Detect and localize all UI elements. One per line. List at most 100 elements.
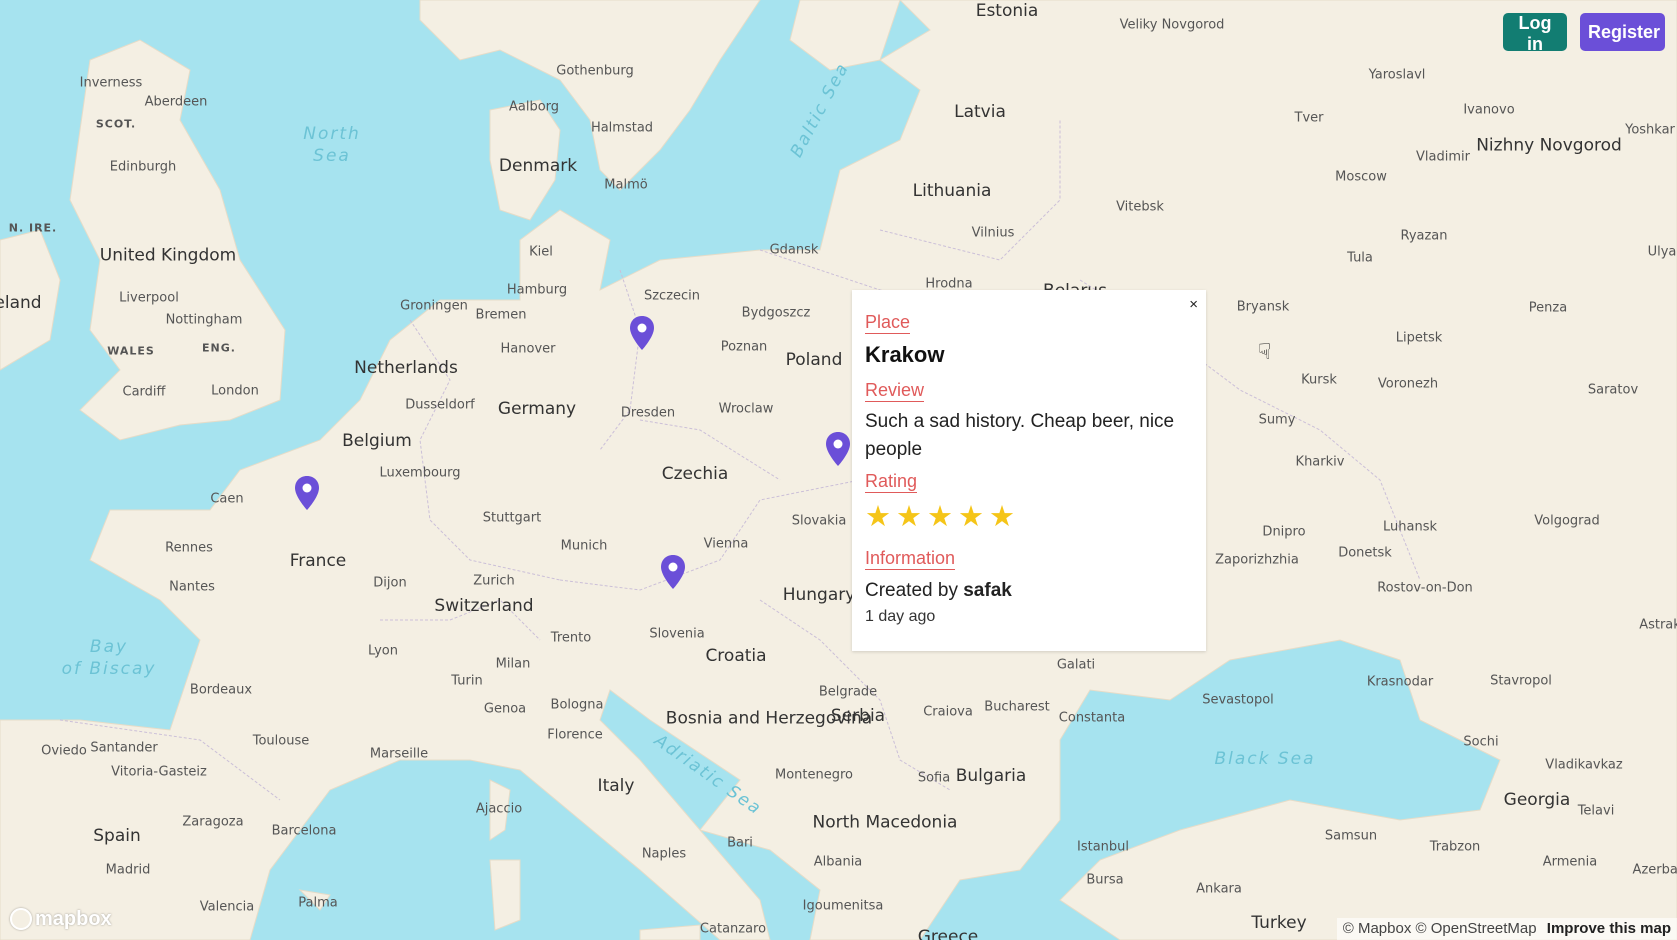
map-label: Saratov bbox=[1587, 382, 1639, 398]
map-marker[interactable] bbox=[661, 555, 685, 589]
register-button[interactable]: Register bbox=[1580, 13, 1665, 51]
rating-label: Rating bbox=[865, 471, 918, 493]
map-label: Kursk bbox=[1301, 372, 1337, 388]
map-label: Bay of Biscay bbox=[61, 637, 157, 679]
map-label: Wroclaw bbox=[718, 401, 774, 417]
improve-map-link[interactable]: Improve this map bbox=[1547, 920, 1671, 937]
map-label: Luhansk bbox=[1383, 519, 1437, 535]
map-label: Zaragoza bbox=[182, 814, 244, 830]
map-label: Bucharest bbox=[984, 699, 1050, 715]
map-label: ENG. bbox=[202, 341, 236, 355]
map-label: Tver bbox=[1294, 110, 1324, 126]
map-label: Switzerland bbox=[434, 596, 534, 616]
map-label: Belgrade bbox=[818, 684, 878, 700]
map-label: Dusseldorf bbox=[405, 397, 475, 413]
map-label: Bulgaria bbox=[955, 766, 1027, 786]
map-label: Nottingham bbox=[165, 312, 243, 328]
map-label: Germany bbox=[497, 399, 577, 419]
map-label: Marseille bbox=[369, 746, 429, 762]
map-label: Bologna bbox=[550, 697, 604, 713]
map-label: Yoshkar bbox=[1625, 122, 1675, 138]
map-label: Milan bbox=[495, 656, 531, 672]
map-label: Ivanovo bbox=[1463, 102, 1515, 118]
map-label: Hanover bbox=[500, 341, 556, 357]
map-label: Estonia bbox=[975, 1, 1039, 21]
map-label: Armenia bbox=[1542, 854, 1598, 870]
map-label: Zaporizhzhia bbox=[1215, 552, 1299, 568]
map-label: WALES bbox=[107, 344, 155, 358]
mapbox-logo-text: mapbox bbox=[35, 907, 112, 930]
map-label: Vladimir bbox=[1416, 149, 1470, 165]
map-label: Vladikavkaz bbox=[1545, 757, 1623, 773]
map-label: Lyon bbox=[368, 643, 398, 659]
map-label: Nantes bbox=[169, 579, 215, 595]
information-label: Information bbox=[865, 548, 956, 570]
map-label: Zurich bbox=[473, 573, 515, 589]
mapbox-logo-icon bbox=[10, 908, 32, 930]
place-title: Krakow bbox=[865, 342, 945, 367]
hand-cursor-icon: ☟ bbox=[1258, 340, 1272, 365]
map-label: Hungary bbox=[782, 585, 856, 605]
attribution-text[interactable]: © Mapbox © OpenStreetMap bbox=[1343, 920, 1537, 937]
map-label: Ankara bbox=[1196, 881, 1242, 897]
map-label: Sumy bbox=[1258, 412, 1296, 428]
map-label: Montenegro bbox=[774, 767, 854, 783]
map-label: Bursa bbox=[1086, 872, 1124, 888]
map-marker[interactable] bbox=[630, 316, 654, 350]
map-label: Constanta bbox=[1058, 710, 1126, 726]
map-label: Gdansk bbox=[769, 242, 819, 258]
map-label: Astrak bbox=[1639, 617, 1677, 633]
map-label: Madrid bbox=[105, 862, 151, 878]
map-label: Croatia bbox=[705, 646, 767, 666]
map-marker[interactable] bbox=[826, 432, 850, 466]
map-pin-icon bbox=[661, 555, 685, 589]
map-label: Samsun bbox=[1324, 828, 1378, 844]
mapbox-logo[interactable]: mapbox bbox=[10, 907, 112, 931]
map-label: N. IRE. bbox=[8, 221, 58, 235]
map-label: Azerbai bbox=[1632, 862, 1677, 878]
map-label: Valencia bbox=[199, 899, 255, 915]
map-label: Munich bbox=[560, 538, 608, 554]
map-label: Latvia bbox=[954, 102, 1006, 122]
map-label: Inverness bbox=[79, 75, 143, 91]
map-label: Istanbul bbox=[1076, 839, 1130, 855]
map-pin-icon bbox=[295, 476, 319, 510]
map-label: Stuttgart bbox=[482, 510, 542, 526]
map-label: Trabzon bbox=[1429, 839, 1481, 855]
map-label: Poland bbox=[785, 350, 843, 370]
map-label: Veliky Novgorod bbox=[1119, 17, 1225, 33]
map-label: Georgia bbox=[1503, 790, 1571, 810]
map-marker[interactable] bbox=[295, 476, 319, 510]
map-label: Vilnius bbox=[971, 225, 1015, 241]
map-label: Bari bbox=[727, 835, 753, 851]
map-label: Vitebsk bbox=[1116, 199, 1164, 215]
login-button[interactable]: Log in bbox=[1503, 13, 1567, 54]
map-label: Szczecin bbox=[643, 288, 701, 304]
map-label: Naples bbox=[641, 846, 687, 862]
map-label: United Kingdom bbox=[99, 245, 237, 266]
map-label: Serbia bbox=[830, 706, 886, 726]
map-label: Slovenia bbox=[649, 626, 705, 642]
map-label: Trento bbox=[550, 630, 592, 646]
place-label: Place bbox=[865, 312, 911, 334]
map-label: Black Sea bbox=[1214, 749, 1316, 769]
map-label: Dresden bbox=[620, 405, 676, 421]
map-label: Belgium bbox=[342, 431, 412, 451]
map-label: Telavi bbox=[1577, 803, 1615, 819]
created-user: safak bbox=[963, 580, 1012, 601]
map-label: SCOT. bbox=[95, 117, 137, 131]
map-canvas[interactable]: Estonia Veliky Novgorod Yaroslavl Ivanovo Yo… bbox=[0, 0, 1677, 940]
map-label: Denmark bbox=[498, 156, 578, 176]
map-label: Dnipro bbox=[1262, 524, 1306, 540]
map-label: Nizhny Novgorod bbox=[1476, 135, 1622, 156]
map-label: Rennes bbox=[165, 540, 213, 556]
star-icon: ★ bbox=[927, 501, 953, 533]
map-label: Kharkiv bbox=[1295, 454, 1345, 470]
map-label: Bordeaux bbox=[189, 682, 253, 698]
map-label: Ryazan bbox=[1400, 228, 1448, 244]
review-text: Such a sad history. Cheap beer, nice peo… bbox=[865, 411, 1175, 460]
map-label: Turin bbox=[451, 673, 483, 689]
map-label: Moscow bbox=[1335, 169, 1387, 185]
close-icon[interactable]: × bbox=[1189, 296, 1198, 313]
star-icon: ★ bbox=[865, 501, 891, 533]
